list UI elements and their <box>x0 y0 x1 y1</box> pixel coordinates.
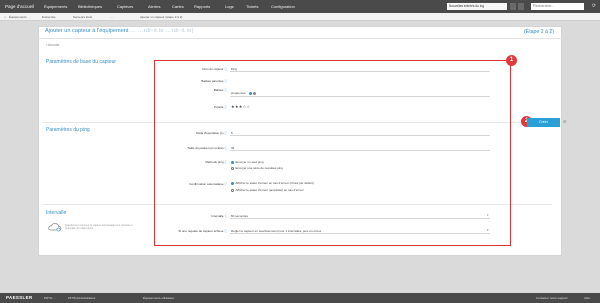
input-underline <box>230 233 490 234</box>
help-icon: ⓘ <box>224 132 227 135</box>
breadcrumb-item[interactable]: Entreprise <box>42 15 56 19</box>
ping-method-option-series[interactable]: Envoyer une série de requêtes ping <box>231 166 283 170</box>
packet-size-label: Taille du paquet (en octets) ⓘ <box>187 146 227 150</box>
auto-ack-option-ack[interactable]: Afficher le statut d'erreur (acquittée) … <box>231 188 304 192</box>
nav-item-devices[interactable]: Équipements <box>44 4 67 9</box>
nav-item-alerts[interactable]: Alertes <box>148 4 160 9</box>
side-settings-icon[interactable]: ⚙ <box>563 119 567 124</box>
nav-home[interactable]: Page d'accueil <box>5 4 34 9</box>
page-title: Ajouter un capteur à l'équipement … …rdr… <box>45 28 194 34</box>
breadcrumb-item[interactable]: … <box>110 15 113 19</box>
footer-support-link[interactable]: Contacter notre support <box>536 296 568 300</box>
priority-label: Priorité ⓘ <box>214 105 227 109</box>
brand-logo: PAESSLER <box>6 295 33 300</box>
footer-devices[interactable]: Équipements utilisateur <box>143 296 174 300</box>
nav-item-configuration[interactable]: Configuration <box>271 4 295 9</box>
divider <box>38 38 562 39</box>
tag-remove-icon[interactable] <box>248 91 252 95</box>
radio-selected <box>231 160 234 164</box>
help-icon: ⓘ <box>224 68 227 71</box>
radio-unselected <box>231 188 234 192</box>
auto-ack-label: Confirmation automatique ⓘ <box>189 182 227 186</box>
help-icon: ⓘ <box>224 215 227 218</box>
home-crumb-icon[interactable]: ⌂ <box>4 15 6 19</box>
radio-selected <box>231 181 234 185</box>
help-icon: ⓘ <box>224 106 227 109</box>
input-underline <box>230 135 490 136</box>
help-icon: ⓘ <box>224 80 227 83</box>
chevron-down-icon[interactable]: ▾ <box>487 213 489 217</box>
tags-field[interactable]: pingsensor <box>231 91 257 95</box>
breadcrumb: ⌂ Équipements Entreprise Serveurs local … <box>0 13 600 21</box>
tag-value: pingsensor <box>231 91 246 95</box>
breadcrumb-item[interactable]: Serveurs local <box>73 15 92 19</box>
nav-item-logs[interactable]: Logs <box>225 4 234 9</box>
parent-tags-label: Balises parentes ⓘ <box>201 79 227 83</box>
top-nav: Page d'accueil Équipements Bibliothèques… <box>0 0 600 13</box>
ping-method-option-single[interactable]: Envoyer un seul ping <box>231 160 264 164</box>
warning-counter-icon[interactable] <box>518 3 524 10</box>
step-indicator: (Étape 2 à 2) <box>524 29 554 35</box>
input-underline <box>230 218 490 219</box>
section-title-ping: Paramètres du ping <box>46 127 90 133</box>
input-underline <box>230 150 490 151</box>
footer-version: PRTG … <box>44 296 57 300</box>
nav-item-reports[interactable]: Rapports <box>194 4 210 9</box>
interval-description: Sélectionnez comment ce capteur doit int… <box>65 224 133 231</box>
help-icon: ⓘ <box>224 147 227 150</box>
dependency-label: Si une requête de capteur échoue ⓘ <box>178 229 227 233</box>
section-title-interval: Intervalle <box>46 210 67 216</box>
footer-user[interactable]: 15:56 Administrateur <box>68 296 96 300</box>
page-title-prefix: Ajouter un capteur à l'équipement <box>45 28 129 34</box>
nav-item-maps[interactable]: Cartes <box>172 4 184 9</box>
auto-ack-option-default[interactable]: Afficher le statut d'erreur en cas d'err… <box>231 181 314 185</box>
sensor-name-label: Nom du capteur ⓘ <box>202 67 227 71</box>
breadcrumb-item: Ajouter un capteur (étape 2 à 2) <box>140 14 183 19</box>
cancel-label: Annuler <box>47 43 60 47</box>
chevron-down-icon[interactable]: ▾ <box>487 228 489 232</box>
notifications-dropdown[interactable]: Nouvelles entrées du log <box>447 3 507 10</box>
device-name-blurred: … …rdr-it.io …rdr-it.io) <box>130 28 194 34</box>
help-icon: ⓘ <box>224 161 227 164</box>
radio-unselected <box>231 166 234 170</box>
nav-item-libraries[interactable]: Bibliothèques <box>78 4 102 9</box>
nav-item-sensors[interactable]: Capteurs <box>117 4 133 9</box>
cloud-icon <box>48 223 62 232</box>
section-title-basic: Paramètres de base du capteur <box>46 59 117 65</box>
priority-stars[interactable]: ★★★☆☆ <box>231 104 250 109</box>
breadcrumb-item[interactable]: Équipements <box>9 15 27 19</box>
cancel-link[interactable]: ‹ Annuler <box>46 43 60 47</box>
create-button[interactable]: Créer <box>527 118 560 127</box>
tag-edit-icon[interactable] <box>253 91 257 95</box>
input-underline <box>230 96 490 97</box>
callout-badge-1: 1 <box>506 55 517 66</box>
tags-label: Balises ⓘ <box>213 88 227 92</box>
ping-method-label: Méthode ping ⓘ <box>205 160 227 164</box>
search-input[interactable]: Rechercher... <box>531 3 584 10</box>
footer: PAESSLER PRTG … 15:56 Administrateur Équ… <box>0 293 600 303</box>
interval-label: Intervalle ⓘ <box>211 214 227 218</box>
help-icon: ⓘ <box>224 89 227 92</box>
input-underline <box>230 71 490 72</box>
refresh-icon[interactable]: ⟳ <box>591 3 597 10</box>
nav-item-tickets[interactable]: Tickets <box>246 4 259 9</box>
help-icon: ⓘ <box>224 230 227 233</box>
help-icon: ⓘ <box>224 183 227 186</box>
footer-help-link[interactable]: Aide <box>584 296 590 300</box>
timeout-label: Délai d'expiration (s) ⓘ <box>196 131 227 135</box>
alarm-counter-icon[interactable] <box>510 3 516 10</box>
